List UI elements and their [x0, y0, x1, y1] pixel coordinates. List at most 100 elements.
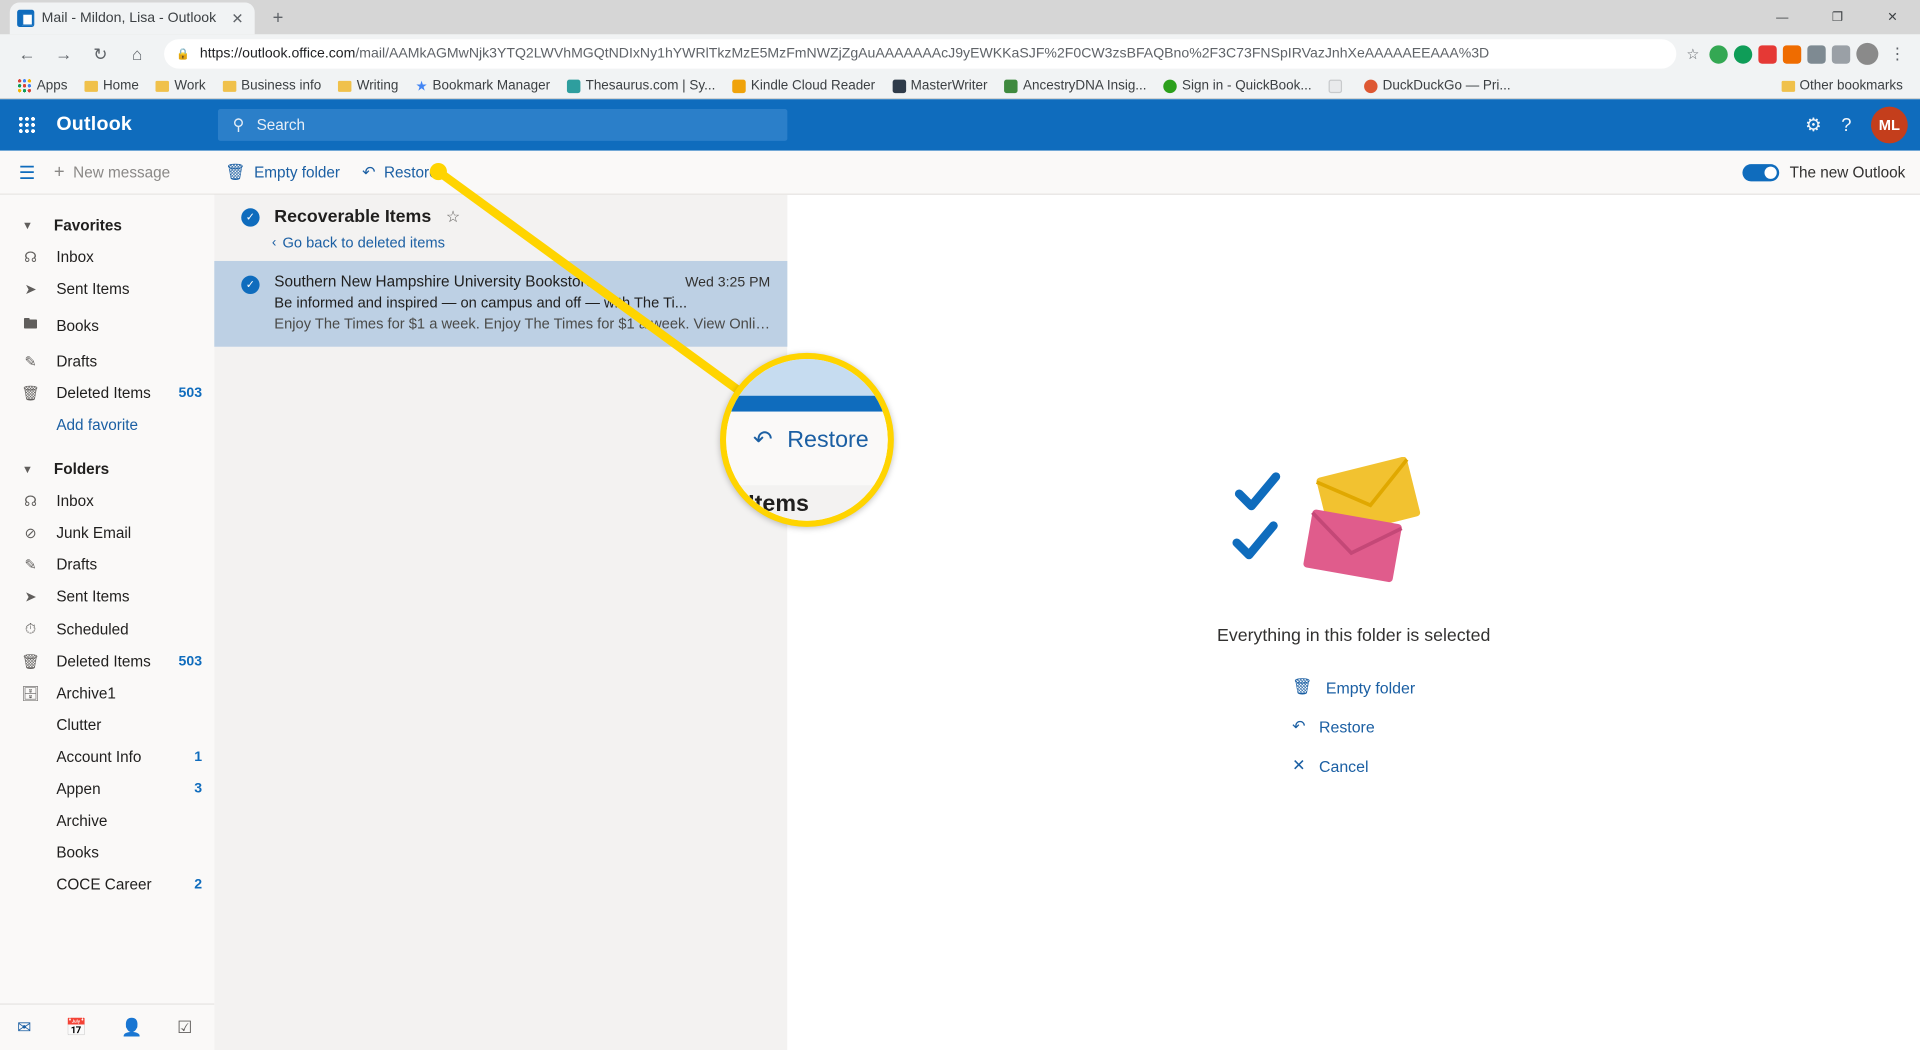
sidebar-item-fav-books[interactable]: 🖿 Books [0, 305, 214, 345]
cancel-action[interactable]: ✕ Cancel [1292, 756, 1368, 776]
sidebar-item-label: Archive [56, 812, 108, 830]
restore-action[interactable]: ↶ Restore [1292, 717, 1375, 737]
window-close-icon[interactable]: ✕ [1865, 0, 1920, 34]
new-message-button[interactable]: + New message [54, 162, 216, 183]
bookmark-document[interactable] [1321, 77, 1354, 95]
chrome-menu-icon[interactable]: ⋮ [1884, 44, 1910, 64]
message-list-header: ✓ Recoverable Items ☆ ‹ Go back to delet… [214, 194, 788, 261]
site-icon [1163, 79, 1178, 93]
maximize-icon[interactable]: ❐ [1810, 0, 1865, 34]
search-input[interactable]: ⚲ Search [217, 109, 788, 141]
bookmark-masterwriter[interactable]: MasterWriter [885, 76, 995, 96]
extension-icon-5[interactable] [1807, 44, 1826, 64]
check-circle-icon[interactable]: ✓ [241, 207, 260, 227]
url-text: https://outlook.office.com/mail/AAMkAGMw… [200, 47, 1489, 62]
close-icon[interactable]: ✕ [228, 9, 248, 29]
check-circle-icon[interactable]: ✓ [241, 275, 260, 295]
outlook-brand[interactable]: Outlook [56, 114, 218, 136]
bookmark-label: AncestryDNA Insig... [1023, 78, 1147, 94]
sidebar-item-sent-items[interactable]: ➤ Sent Items [0, 581, 214, 613]
sidebar-item-fav-drafts[interactable]: ✎ Drafts [0, 346, 214, 378]
go-back-link[interactable]: ‹ Go back to deleted items [214, 227, 787, 251]
bookmark-other-bookmarks[interactable]: Other bookmarks [1774, 76, 1910, 96]
back-icon[interactable]: ← [10, 37, 44, 71]
message-list: ✓ Recoverable Items ☆ ‹ Go back to delet… [214, 194, 788, 1050]
address-bar[interactable]: 🔒 https://outlook.office.com/mail/AAMkAG… [164, 39, 1677, 69]
block-icon: ⊘ [24, 524, 37, 542]
toggle-switch[interactable] [1741, 163, 1779, 181]
chevron-down-icon: ▼ [22, 219, 33, 232]
sidebar-section-favorites[interactable]: ▼ Favorites [0, 210, 214, 242]
mail-icon[interactable]: ✉ [17, 1017, 31, 1038]
gear-icon[interactable]: ⚙ [1805, 114, 1821, 136]
bookmark-star-icon[interactable]: ☆ [1686, 45, 1699, 62]
minimize-icon[interactable]: — [1755, 0, 1810, 34]
empty-folder-button[interactable]: 🗑 Empty folder [225, 162, 340, 182]
new-outlook-toggle[interactable]: The new Outlook [1741, 163, 1905, 181]
chrome-profile-avatar[interactable] [1856, 42, 1879, 65]
sidebar-item-archive[interactable]: Archive [0, 805, 214, 837]
sidebar-item-fav-inbox[interactable]: ☊ Inbox [0, 241, 214, 273]
bookmark-apps[interactable]: Apps [10, 76, 75, 96]
sidebar-item-inbox[interactable]: ☊ Inbox [0, 485, 214, 517]
new-message-label: New message [73, 163, 171, 181]
inbox-icon: ☊ [24, 492, 38, 510]
menu-toggle-icon[interactable]: ☰ [0, 161, 54, 183]
sidebar-item-appen[interactable]: Appen 3 [0, 773, 214, 805]
extension-icon-3[interactable] [1758, 44, 1777, 64]
bookmark-duckduckgo[interactable]: DuckDuckGo — Pri... [1357, 76, 1518, 96]
browser-tab[interactable]: Mail - Mildon, Lisa - Outlook ✕ [9, 2, 255, 35]
app-launcher-button[interactable] [0, 99, 54, 150]
star-icon[interactable]: ☆ [446, 207, 460, 227]
restore-icon: ↶ [753, 427, 773, 454]
empty-folder-action[interactable]: 🗑 Empty folder [1292, 678, 1415, 698]
bookmark-bookmark-manager[interactable]: ★ Bookmark Manager [408, 75, 557, 96]
reload-icon[interactable]: ↻ [83, 37, 117, 71]
bookmark-quickbooks[interactable]: Sign in - QuickBook... [1156, 76, 1319, 96]
bookmark-work[interactable]: Work [149, 76, 213, 96]
sidebar-item-clutter[interactable]: Clutter [0, 709, 214, 741]
sidebar-item-fav-deleted-items[interactable]: 🗑 Deleted Items 503 [0, 377, 214, 409]
extension-icon-2[interactable] [1733, 44, 1753, 64]
add-favorite-button[interactable]: Add favorite [0, 409, 214, 441]
bookmark-ancestrydna[interactable]: AncestryDNA Insig... [997, 76, 1154, 96]
new-tab-button[interactable]: + [262, 1, 294, 33]
restore-button[interactable]: ↶ Restore [362, 162, 438, 182]
extension-icon-6[interactable] [1831, 44, 1851, 64]
list-item[interactable]: ✓ Southern New Hampshire University Book… [214, 260, 788, 347]
sidebar-item-archive1[interactable]: 🗄 Archive1 [0, 678, 214, 710]
tab-strip: Mail - Mildon, Lisa - Outlook ✕ + — ❐ ✕ [0, 0, 1920, 35]
avatar[interactable]: ML [1871, 106, 1908, 144]
bookmark-home[interactable]: Home [77, 76, 146, 96]
sidebar-item-drafts[interactable]: ✎ Drafts [0, 549, 214, 581]
bookmark-label: Home [102, 78, 139, 94]
close-icon: ✕ [1292, 755, 1306, 775]
folders-header: Folders [53, 460, 110, 478]
sidebar-item-junk-email[interactable]: ⊘ Junk Email [0, 517, 214, 549]
magnifier-callout: ↶ Restore Items ☆ [720, 352, 894, 527]
bookmark-thesaurus[interactable]: Thesaurus.com | Sy... [560, 76, 723, 96]
bookmark-label: Work [174, 78, 206, 94]
bookmark-kindle[interactable]: Kindle Cloud Reader [725, 76, 882, 96]
extension-icon-1[interactable] [1709, 44, 1728, 64]
calendar-icon[interactable]: 📅 [66, 1017, 87, 1038]
bookmark-business-info[interactable]: Business info [215, 76, 328, 96]
sidebar-section-folders[interactable]: ▼ Folders [0, 453, 214, 485]
sidebar-item-fav-sent-items[interactable]: ➤ Sent Items [0, 273, 214, 305]
magnified-secondary-label: Items [748, 491, 809, 518]
home-icon[interactable]: ⌂ [120, 37, 154, 71]
sidebar-item-account-info[interactable]: Account Info 1 [0, 741, 214, 773]
help-icon[interactable]: ? [1841, 115, 1851, 136]
people-icon[interactable]: 👤 [121, 1017, 142, 1038]
tab-title: Mail - Mildon, Lisa - Outlook [41, 11, 217, 26]
sidebar-item-coce-career[interactable]: COCE Career 2 [0, 869, 214, 901]
sidebar-item-deleted-items[interactable]: 🗑 Deleted Items 503 [0, 646, 214, 678]
magnified-restore-button[interactable]: ↶ Restore [753, 426, 869, 454]
sidebar-item-books[interactable]: Books [0, 837, 214, 869]
sidebar-item-scheduled[interactable]: ⏱ Scheduled [0, 613, 214, 646]
tasks-icon[interactable]: ☑ [177, 1017, 192, 1038]
site-icon [1364, 79, 1378, 93]
extension-icon-4[interactable] [1782, 44, 1802, 64]
forward-icon[interactable]: → [47, 37, 81, 71]
bookmark-writing[interactable]: Writing [331, 76, 406, 96]
